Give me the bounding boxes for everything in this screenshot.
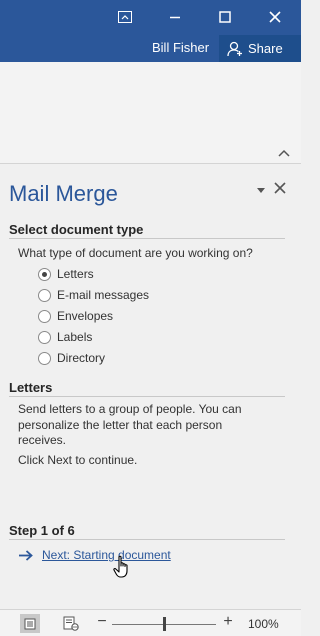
- option-directory[interactable]: Directory: [38, 351, 105, 365]
- zoom-in-button[interactable]: +: [222, 613, 234, 631]
- option-envelopes[interactable]: Envelopes: [38, 309, 113, 323]
- option-email-messages[interactable]: E-mail messages: [38, 288, 149, 302]
- status-bar: − + 100%: [0, 609, 301, 636]
- option-labels[interactable]: Labels: [38, 330, 92, 344]
- share-label: Share: [248, 41, 283, 56]
- ribbon-display-options-icon: [118, 11, 132, 23]
- share-button[interactable]: Share: [219, 35, 301, 62]
- letters-description: Send letters to a group of people. You c…: [18, 402, 242, 449]
- description-line: Send letters to a group of people. You c…: [18, 402, 242, 416]
- person-icon: [227, 41, 242, 56]
- user-name[interactable]: Bill Fisher: [152, 40, 209, 55]
- next-step-label: Next: Starting document: [42, 548, 171, 562]
- divider: [9, 539, 285, 540]
- description-line: personalize the letter that each person: [18, 417, 223, 432]
- close-icon: [269, 11, 281, 23]
- web-layout-view-icon[interactable]: [62, 615, 80, 632]
- pane-close-icon[interactable]: [273, 181, 287, 195]
- option-label: E-mail messages: [57, 288, 150, 302]
- maximize-button[interactable]: [207, 0, 243, 34]
- ribbon-area: [0, 62, 301, 164]
- arrow-right-icon: [19, 549, 33, 561]
- section-heading-letters: Letters: [9, 380, 53, 395]
- option-letters[interactable]: Letters: [38, 267, 94, 281]
- option-label: Envelopes: [57, 309, 114, 323]
- divider: [9, 238, 285, 239]
- page-layout-icon: [24, 618, 36, 629]
- zoom-out-button[interactable]: −: [97, 613, 107, 631]
- print-layout-view-button[interactable]: [20, 614, 40, 633]
- close-button[interactable]: [257, 0, 293, 34]
- ribbon-display-options-button[interactable]: [107, 0, 143, 34]
- minimize-icon: [170, 16, 180, 19]
- title-bar: Bill Fisher Share: [0, 0, 301, 62]
- radio-button[interactable]: [38, 309, 51, 323]
- radio-button[interactable]: [38, 288, 51, 302]
- step-indicator: Step 1 of 6: [9, 523, 75, 538]
- pane-options-icon[interactable]: [256, 185, 266, 195]
- radio-button[interactable]: [38, 330, 51, 344]
- option-label: Directory: [57, 351, 106, 365]
- hand-pointer-icon: [113, 555, 128, 578]
- mail-merge-pane: Mail Merge Select document type What typ…: [0, 165, 301, 609]
- continue-instruction: Click Next to continue.: [18, 453, 138, 467]
- option-label: Labels: [57, 330, 93, 344]
- minimize-button[interactable]: [157, 0, 193, 34]
- zoom-level[interactable]: 100%: [248, 617, 279, 631]
- option-label: Letters: [57, 267, 94, 281]
- chevron-up-icon[interactable]: [277, 147, 291, 159]
- section-heading-document-type: Select document type: [9, 222, 144, 237]
- zoom-slider-thumb[interactable]: [162, 617, 166, 631]
- next-step-link[interactable]: Next: Starting document: [19, 548, 171, 562]
- description-line: receives.: [18, 433, 67, 447]
- document-type-question: What type of document are you working on…: [18, 246, 253, 260]
- pane-title: Mail Merge: [9, 181, 118, 206]
- radio-button[interactable]: [38, 351, 51, 365]
- radio-button-selected[interactable]: [38, 267, 51, 281]
- divider: [9, 396, 285, 397]
- maximize-icon: [219, 11, 231, 23]
